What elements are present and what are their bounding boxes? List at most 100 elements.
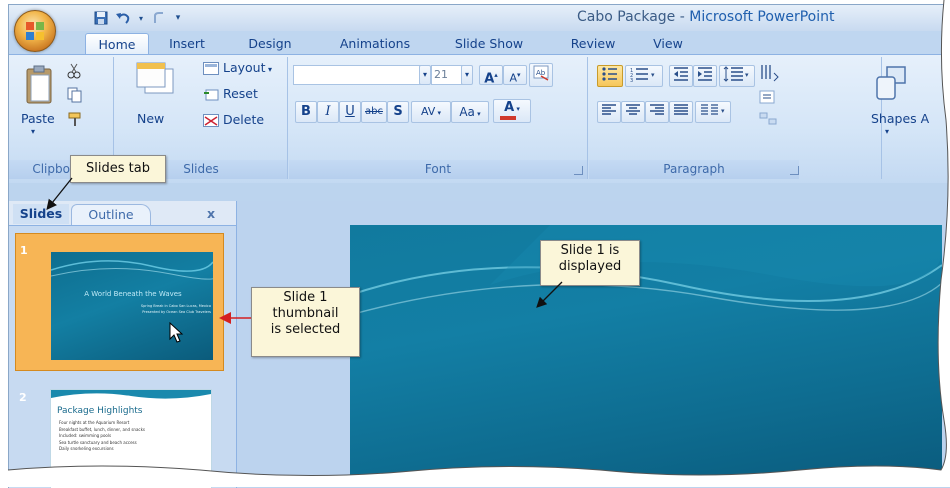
shapes-dropdown-icon[interactable]: ▾ bbox=[885, 127, 889, 136]
title-separator: - bbox=[675, 9, 690, 25]
font-dialog-launcher-icon[interactable] bbox=[574, 166, 583, 175]
slide-thumbnail-2[interactable]: 2 Package Highlights Four nights at the … bbox=[15, 379, 222, 488]
slide-thumbnail-1[interactable]: 1 A World Beneath the Waves Spring Break… bbox=[15, 233, 224, 371]
thumbnail-bullets: Four nights at the Aquarium Resort Break… bbox=[59, 420, 145, 453]
paragraph-group: 1 2 3 ▾ ▾ ▾ Paragraph bbox=[589, 57, 882, 179]
tab-insert[interactable]: Insert bbox=[159, 33, 215, 54]
current-slide[interactable] bbox=[350, 225, 942, 487]
font-color-swatch bbox=[500, 116, 516, 120]
line-spacing-icon[interactable]: ▾ bbox=[719, 65, 755, 87]
tab-slide-show[interactable]: Slide Show bbox=[445, 33, 533, 54]
align-text-icon[interactable] bbox=[757, 89, 779, 107]
columns-icon[interactable]: ▾ bbox=[695, 101, 731, 123]
redo-icon[interactable] bbox=[151, 10, 167, 26]
italic-button[interactable]: I bbox=[317, 101, 339, 123]
new-slide-button[interactable]: New bbox=[137, 111, 164, 126]
layout-label: Layout bbox=[222, 60, 266, 75]
convert-smartart-icon[interactable] bbox=[757, 111, 779, 129]
thumbnail-number: 1 bbox=[20, 244, 28, 257]
font-size-input[interactable]: 21 bbox=[431, 65, 463, 85]
shapes-button[interactable]: Shapes A bbox=[871, 111, 929, 126]
slide-2-preview: Package Highlights Four nights at the Aq… bbox=[50, 389, 212, 488]
decrease-indent-icon[interactable] bbox=[669, 65, 693, 87]
callout-line: displayed bbox=[558, 259, 622, 274]
mouse-pointer-icon bbox=[169, 322, 184, 343]
tab-review[interactable]: Review bbox=[561, 33, 625, 54]
numbering-icon[interactable]: 1 2 3 ▾ bbox=[625, 65, 663, 87]
font-color-button[interactable]: A ▾ bbox=[493, 99, 531, 123]
pane-tabs: Slides Outline x bbox=[9, 201, 236, 226]
paragraph-dialog-launcher-icon[interactable] bbox=[790, 166, 799, 175]
strikethrough-button[interactable]: abc bbox=[361, 101, 387, 123]
format-painter-icon[interactable] bbox=[67, 111, 83, 130]
align-center-icon[interactable] bbox=[621, 101, 645, 123]
new-slide-icon[interactable] bbox=[135, 61, 175, 104]
character-spacing-button[interactable]: AV ▾ bbox=[411, 101, 451, 123]
tab-home[interactable]: Home bbox=[85, 33, 149, 55]
drawing-group: Shapes A ▾ bbox=[867, 57, 950, 179]
increase-indent-icon[interactable] bbox=[693, 65, 717, 87]
clear-formatting-icon[interactable]: Ab bbox=[529, 63, 553, 87]
paste-button[interactable]: Paste bbox=[21, 111, 55, 126]
text-direction-icon[interactable] bbox=[757, 63, 781, 85]
align-left-icon[interactable] bbox=[597, 101, 621, 123]
office-button[interactable] bbox=[14, 10, 56, 52]
font-name-dropdown-icon[interactable]: ▾ bbox=[419, 65, 431, 85]
layout-button[interactable]: Layout ▾ bbox=[203, 60, 272, 75]
align-right-icon[interactable] bbox=[645, 101, 669, 123]
tab-outline[interactable]: Outline bbox=[71, 204, 151, 225]
quick-access-toolbar: ▾ ▾ bbox=[93, 9, 183, 27]
tab-animations[interactable]: Animations bbox=[331, 33, 419, 54]
customize-toolbar-icon[interactable]: ▾ bbox=[173, 10, 183, 26]
shapes-icon[interactable] bbox=[873, 65, 909, 108]
wave-graphic bbox=[51, 390, 211, 399]
bold-button[interactable]: B bbox=[295, 101, 317, 123]
window-title: Cabo Package - Microsoft PowerPoint bbox=[577, 9, 835, 25]
spacing-label: AV bbox=[420, 105, 436, 118]
tab-view[interactable]: View bbox=[645, 33, 691, 54]
undo-dropdown-icon[interactable]: ▾ bbox=[137, 10, 145, 26]
delete-label: Delete bbox=[222, 112, 265, 127]
svg-text:▾: ▾ bbox=[721, 107, 725, 115]
font-size-dropdown-icon[interactable]: ▾ bbox=[461, 65, 473, 85]
shrink-font-button[interactable]: A▾ bbox=[503, 65, 527, 85]
thumbnail-title: Package Highlights bbox=[57, 406, 143, 416]
underline-button[interactable]: U bbox=[339, 101, 361, 123]
shapes-label: Shapes bbox=[871, 111, 917, 126]
close-pane-icon[interactable]: x bbox=[207, 204, 219, 224]
thumbnail-selected-callout: Slide 1 thumbnail is selected bbox=[251, 287, 360, 357]
callout-line: Slide 1 bbox=[283, 290, 328, 305]
app-name: Microsoft PowerPoint bbox=[689, 9, 835, 25]
font-name-input[interactable] bbox=[293, 65, 421, 85]
slide-1-preview: A World Beneath the Waves Spring Break i… bbox=[51, 252, 213, 360]
grow-font-label: A bbox=[484, 71, 495, 87]
reset-button[interactable]: Reset bbox=[203, 86, 258, 101]
grow-font-button[interactable]: A▴ bbox=[479, 65, 503, 87]
ribbon-tabs: Home Insert Design Animations Slide Show… bbox=[9, 31, 950, 55]
save-icon[interactable] bbox=[93, 10, 109, 26]
justify-icon[interactable] bbox=[669, 101, 693, 123]
paste-icon[interactable] bbox=[23, 63, 55, 111]
tab-design[interactable]: Design bbox=[241, 33, 299, 54]
svg-text:3: 3 bbox=[630, 78, 633, 82]
cut-icon[interactable] bbox=[67, 63, 81, 82]
slides-tab-callout: Slides tab bbox=[70, 155, 166, 183]
bullet: Daily snorkeling excursions bbox=[59, 446, 114, 451]
wave-graphic bbox=[350, 225, 942, 316]
bullets-icon[interactable] bbox=[597, 65, 623, 87]
change-case-button[interactable]: Aa ▾ bbox=[451, 101, 489, 123]
reset-label: Reset bbox=[222, 86, 258, 101]
paste-dropdown-icon[interactable]: ▾ bbox=[31, 127, 35, 136]
thumbnail-subtitle: Spring Break in Cabo San Lucas, Mexico bbox=[140, 304, 211, 308]
paragraph-group-label: Paragraph bbox=[589, 160, 799, 179]
delete-button[interactable]: Delete bbox=[203, 112, 264, 127]
shadow-button[interactable]: S bbox=[387, 101, 409, 123]
slides-pane: Slides Outline x 1 A World Beneath the W… bbox=[9, 201, 237, 488]
copy-icon[interactable] bbox=[67, 87, 83, 106]
font-color-label: A bbox=[504, 100, 515, 115]
font-group: ▾ 21 ▾ A▴ A▾ Ab B I U abc S AV ▾ Aa ▾ A … bbox=[289, 57, 588, 179]
undo-icon[interactable] bbox=[115, 10, 131, 26]
svg-text:▾: ▾ bbox=[745, 71, 749, 79]
document-name: Cabo Package bbox=[577, 9, 676, 25]
tab-slides[interactable]: Slides bbox=[13, 204, 69, 224]
